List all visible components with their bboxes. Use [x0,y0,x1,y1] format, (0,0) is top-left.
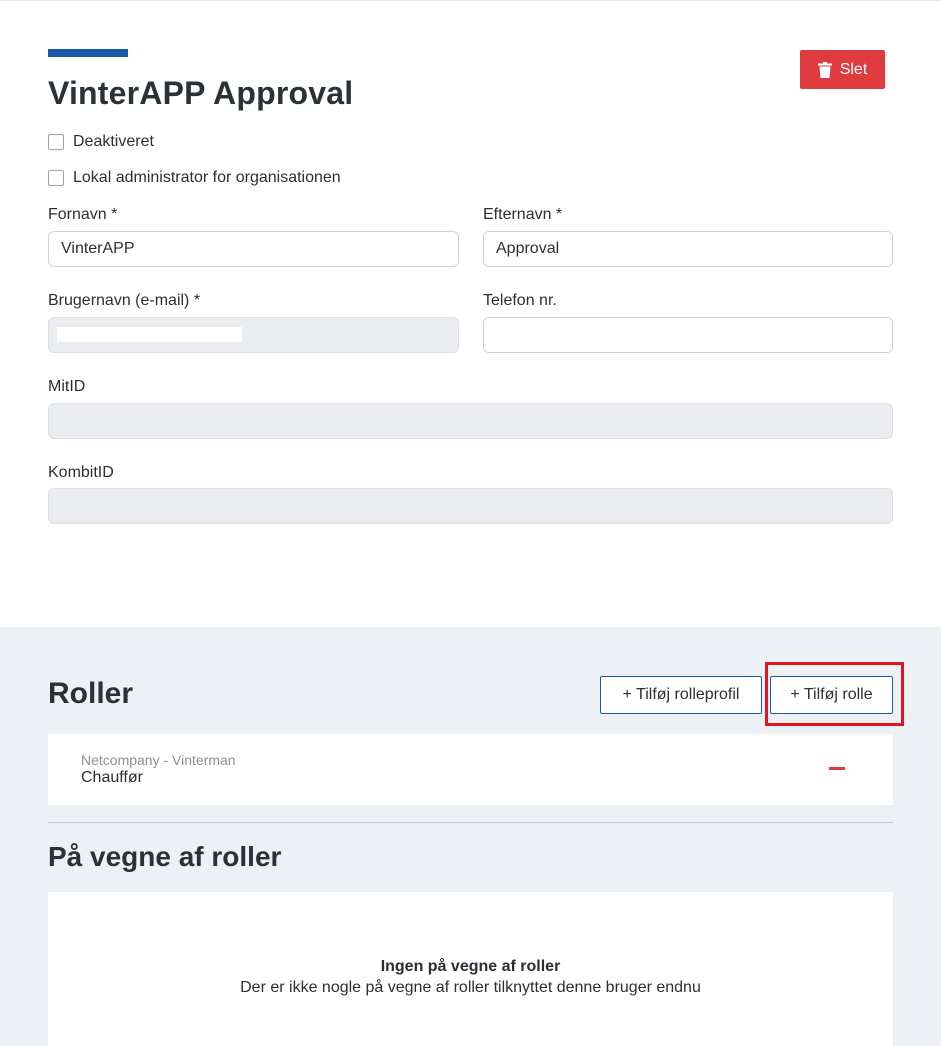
deactivated-checkbox-row[interactable]: Deaktiveret [48,133,154,151]
highlight-annotation [765,662,904,726]
username-input [48,317,459,353]
deactivated-checkbox[interactable] [48,134,64,150]
trash-icon [817,61,832,78]
local-admin-checkbox-row[interactable]: Lokal administrator for organisationen [48,169,341,187]
role-name: Chauffør [81,769,143,786]
kombitid-input [48,488,893,524]
phone-label: Telefon nr. [483,292,557,309]
phone-input[interactable] [483,317,893,353]
kombitid-label: KombitID [48,464,114,481]
empty-state-title: Ingen på vegne af roller [380,958,561,975]
mitid-label: MitID [48,378,86,395]
role-list-item: Netcompany - Vinterman Chauffør [48,734,893,805]
local-admin-checkbox[interactable] [48,170,64,186]
first-name-label: Fornavn * [48,206,118,223]
section-divider [48,822,893,823]
title-accent-bar [48,49,128,57]
mitid-input [48,403,893,439]
user-details-section: VinterAPP Approval Slet Deaktiveret Loka… [0,0,941,627]
roles-title: Roller [48,677,134,710]
add-role-profile-button[interactable]: + Tilføj rolleprofil [600,676,762,714]
delete-button-label: Slet [839,60,868,78]
last-name-label: Efternavn * [483,206,563,223]
empty-state-description: Der er ikke nogle på vegne af roller til… [240,979,701,996]
on-behalf-roles-title: På vegne af roller [48,841,282,872]
remove-role-icon[interactable] [829,767,845,770]
username-label: Brugernavn (e-mail) * [48,292,201,309]
local-admin-label: Lokal administrator for organisationen [73,169,341,186]
page-title: VinterAPP Approval [48,75,354,111]
deactivated-label: Deaktiveret [73,133,154,150]
on-behalf-empty-state: Ingen på vegne af roller Der er ikke nog… [48,892,893,1046]
last-name-input[interactable]: Approval [483,231,893,267]
delete-button[interactable]: Slet [800,50,885,89]
redacted-email [57,327,242,342]
role-organization: Netcompany - Vinterman [81,752,236,768]
first-name-input[interactable]: VinterAPP [48,231,459,267]
